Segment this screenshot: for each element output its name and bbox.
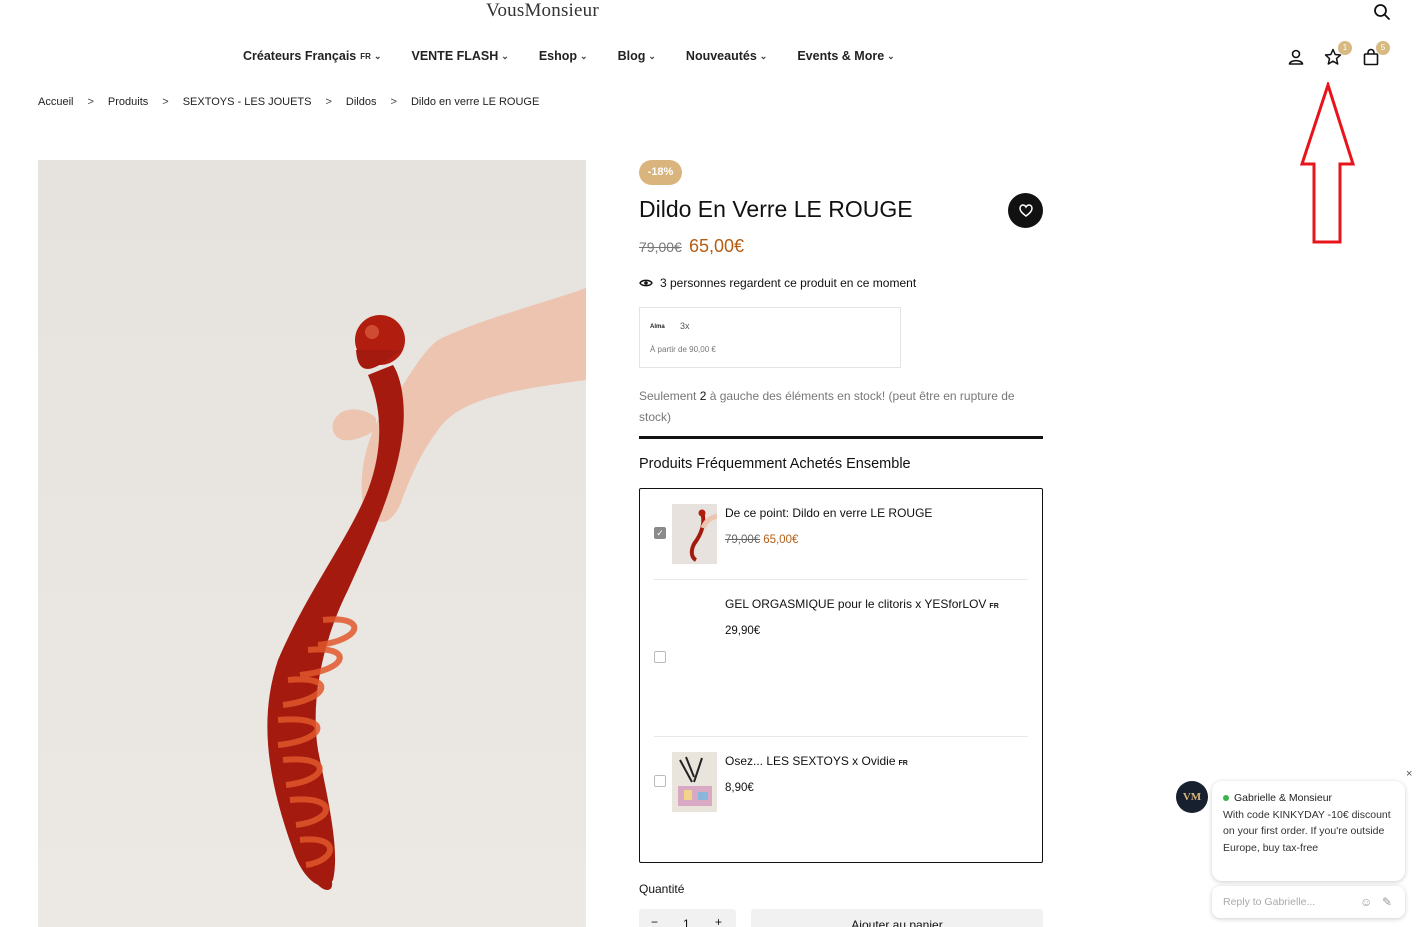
alma-payment-widget[interactable]: Alma 3x À partir de 90,00 € xyxy=(639,307,901,368)
fbt-item-name[interactable]: De ce point: Dildo en verre LE ROUGE xyxy=(725,506,932,520)
quantity-stepper: − 1 + xyxy=(639,909,736,927)
fbt-item-checkbox[interactable] xyxy=(654,775,666,787)
breadcrumb-item[interactable]: SEXTOYS - LES JOUETS xyxy=(183,96,312,108)
online-status-icon xyxy=(1223,795,1229,802)
add-to-cart-button[interactable]: Ajouter au panier xyxy=(751,909,1043,927)
fbt-item: ✓ De ce point: Dildo en verre LE ROUGE 7… xyxy=(654,489,1028,580)
wishlist-count-badge: 1 xyxy=(1338,41,1352,55)
nav-item-nouveautes[interactable]: Nouveautés ⌄ xyxy=(686,49,767,63)
attachment-icon[interactable]: ✎ xyxy=(1382,895,1392,909)
fbt-item: Osez... LES SEXTOYS x Ovidie FR 8,90€ xyxy=(654,737,1028,847)
chat-reply-input[interactable]: Reply to Gabrielle... ☺ ✎ xyxy=(1212,886,1405,918)
nav-item-events[interactable]: Events & More ⌄ xyxy=(797,49,894,63)
account-icon[interactable] xyxy=(1287,48,1305,66)
fbt-item-name-text: Osez... LES SEXTOYS x Ovidie xyxy=(725,754,896,768)
quantity-label: Quantité xyxy=(639,882,685,896)
nav-item-eshop[interactable]: Eshop ⌄ xyxy=(539,49,588,63)
nav-label: Eshop xyxy=(538,49,578,63)
nav-label: Créateurs Français xyxy=(243,49,357,63)
breadcrumb-separator: > xyxy=(162,96,169,108)
fbt-item-name[interactable]: Osez... LES SEXTOYS x Ovidie FR xyxy=(725,754,908,768)
chevron-down-icon: ⌄ xyxy=(580,50,588,61)
chat-message-text: With code KINKYDAY -10€ discount on your… xyxy=(1223,808,1391,854)
chevron-down-icon: ⌄ xyxy=(887,50,895,61)
live-viewers: 3 personnes regardent ce produit en ce m… xyxy=(639,276,916,290)
chat-sender: Gabrielle & Monsieur xyxy=(1223,790,1394,807)
fbt-item-name[interactable]: GEL ORGASMIQUE pour le clitoris x YESfor… xyxy=(725,597,999,611)
heart-icon xyxy=(1018,204,1033,217)
fbt-item-price: 8,90€ xyxy=(725,782,754,794)
product-photo xyxy=(267,288,586,890)
frequently-bought-title: Produits Fréquemment Achetés Ensemble xyxy=(639,456,911,472)
stock-prefix: Seulement xyxy=(639,389,697,403)
nav-item-createurs[interactable]: Créateurs Français FR ⌄ xyxy=(243,49,381,63)
fr-tag: FR xyxy=(989,603,999,610)
fbt-item-thumbnail[interactable] xyxy=(672,752,717,812)
nav-label: Blog xyxy=(617,49,646,63)
frequently-bought-box: ✓ De ce point: Dildo en verre LE ROUGE 7… xyxy=(639,488,1043,863)
nav-item-blog[interactable]: Blog ⌄ xyxy=(618,49,656,63)
nav-item-vente-flash[interactable]: VENTE FLASH ⌄ xyxy=(411,49,508,63)
installment-3x-option[interactable]: 3x xyxy=(680,321,690,331)
price-original: 79,00€ xyxy=(639,239,682,255)
fbt-item-name-text: De ce point: Dildo en verre LE ROUGE xyxy=(725,506,933,520)
fbt-item-name-text: GEL ORGASMIQUE pour le clitoris x YESfor… xyxy=(725,597,987,611)
breadcrumb-item[interactable]: Produits xyxy=(108,96,148,108)
fbt-item: GEL ORGASMIQUE pour le clitoris x YESfor… xyxy=(654,580,1028,737)
nav-label: VENTE FLASH xyxy=(411,49,499,63)
breadcrumb-separator: > xyxy=(87,96,94,108)
chat-message-bubble[interactable]: Gabrielle & Monsieur With code KINKYDAY … xyxy=(1212,781,1405,881)
stock-suffix: à gauche des éléments en stock! (peut êt… xyxy=(639,389,1015,424)
emoji-icon[interactable]: ☺ xyxy=(1360,895,1372,909)
stock-count: 2 xyxy=(699,389,707,403)
search-icon[interactable] xyxy=(1373,3,1391,21)
cart-count-badge: 5 xyxy=(1376,41,1390,55)
fbt-item-thumbnail[interactable] xyxy=(672,504,717,564)
viewers-text: 3 personnes regardent ce produit en ce m… xyxy=(660,276,917,290)
fbt-item-price: 79,00€ 65,00€ xyxy=(725,534,798,546)
main-nav: Créateurs Français FR ⌄ VENTE FLASH ⌄ Es… xyxy=(243,49,925,63)
stock-progress-bar xyxy=(639,436,1043,439)
site-logo[interactable]: VousMonsieur xyxy=(486,0,599,22)
quantity-decrease-button[interactable]: − xyxy=(651,915,658,927)
breadcrumb-item[interactable]: Accueil xyxy=(38,96,73,108)
add-to-wishlist-button[interactable] xyxy=(1008,193,1043,228)
alma-logo: Alma xyxy=(650,324,665,330)
chevron-down-icon: ⌄ xyxy=(501,50,509,61)
chevron-down-icon: ⌄ xyxy=(373,50,382,61)
chevron-down-icon: ⌄ xyxy=(648,50,656,61)
fbt-price: 29,90€ xyxy=(725,625,761,637)
installment-info: À partir de 90,00 € xyxy=(650,345,716,354)
chat-reply-placeholder: Reply to Gabrielle... xyxy=(1223,896,1316,908)
fbt-item-price: 29,90€ xyxy=(725,625,760,637)
quantity-input[interactable]: 1 xyxy=(683,917,690,927)
price-sale: 65,00€ xyxy=(689,236,745,256)
fr-tag: FR xyxy=(360,51,371,61)
annotation-up-arrow xyxy=(1300,82,1356,244)
breadcrumb-separator: > xyxy=(390,96,397,108)
nav-label: Nouveautés xyxy=(685,49,757,63)
nav-label: Events & More xyxy=(797,49,885,63)
product-title: Dildo En Verre LE ROUGE xyxy=(639,196,913,222)
stock-notice: Seulement 2 à gauche des éléments en sto… xyxy=(639,386,1043,428)
fbt-price: 8,90€ xyxy=(725,782,754,794)
fbt-price-old: 79,00€ xyxy=(725,534,761,546)
fbt-item-checkbox[interactable] xyxy=(654,651,666,663)
breadcrumb-item[interactable]: Dildos xyxy=(346,96,377,108)
chat-close-icon[interactable]: × xyxy=(1406,768,1412,780)
discount-badge: -18% xyxy=(639,160,682,185)
chat-sender-name: Gabrielle & Monsieur xyxy=(1234,792,1333,804)
chat-avatar[interactable]: VM xyxy=(1176,781,1208,813)
breadcrumb-current: Dildo en verre LE ROUGE xyxy=(410,96,540,108)
product-main-image[interactable] xyxy=(38,160,586,927)
chevron-down-icon: ⌄ xyxy=(759,50,768,61)
breadcrumb-separator: > xyxy=(325,96,332,108)
quantity-increase-button[interactable]: + xyxy=(715,915,722,927)
breadcrumb: Accueil > Produits > SEXTOYS - LES JOUET… xyxy=(38,96,539,108)
eye-icon xyxy=(639,279,653,287)
fr-tag: FR xyxy=(898,760,908,767)
fbt-item-checkbox[interactable]: ✓ xyxy=(654,527,666,539)
fbt-price-new: 65,00€ xyxy=(763,534,799,546)
